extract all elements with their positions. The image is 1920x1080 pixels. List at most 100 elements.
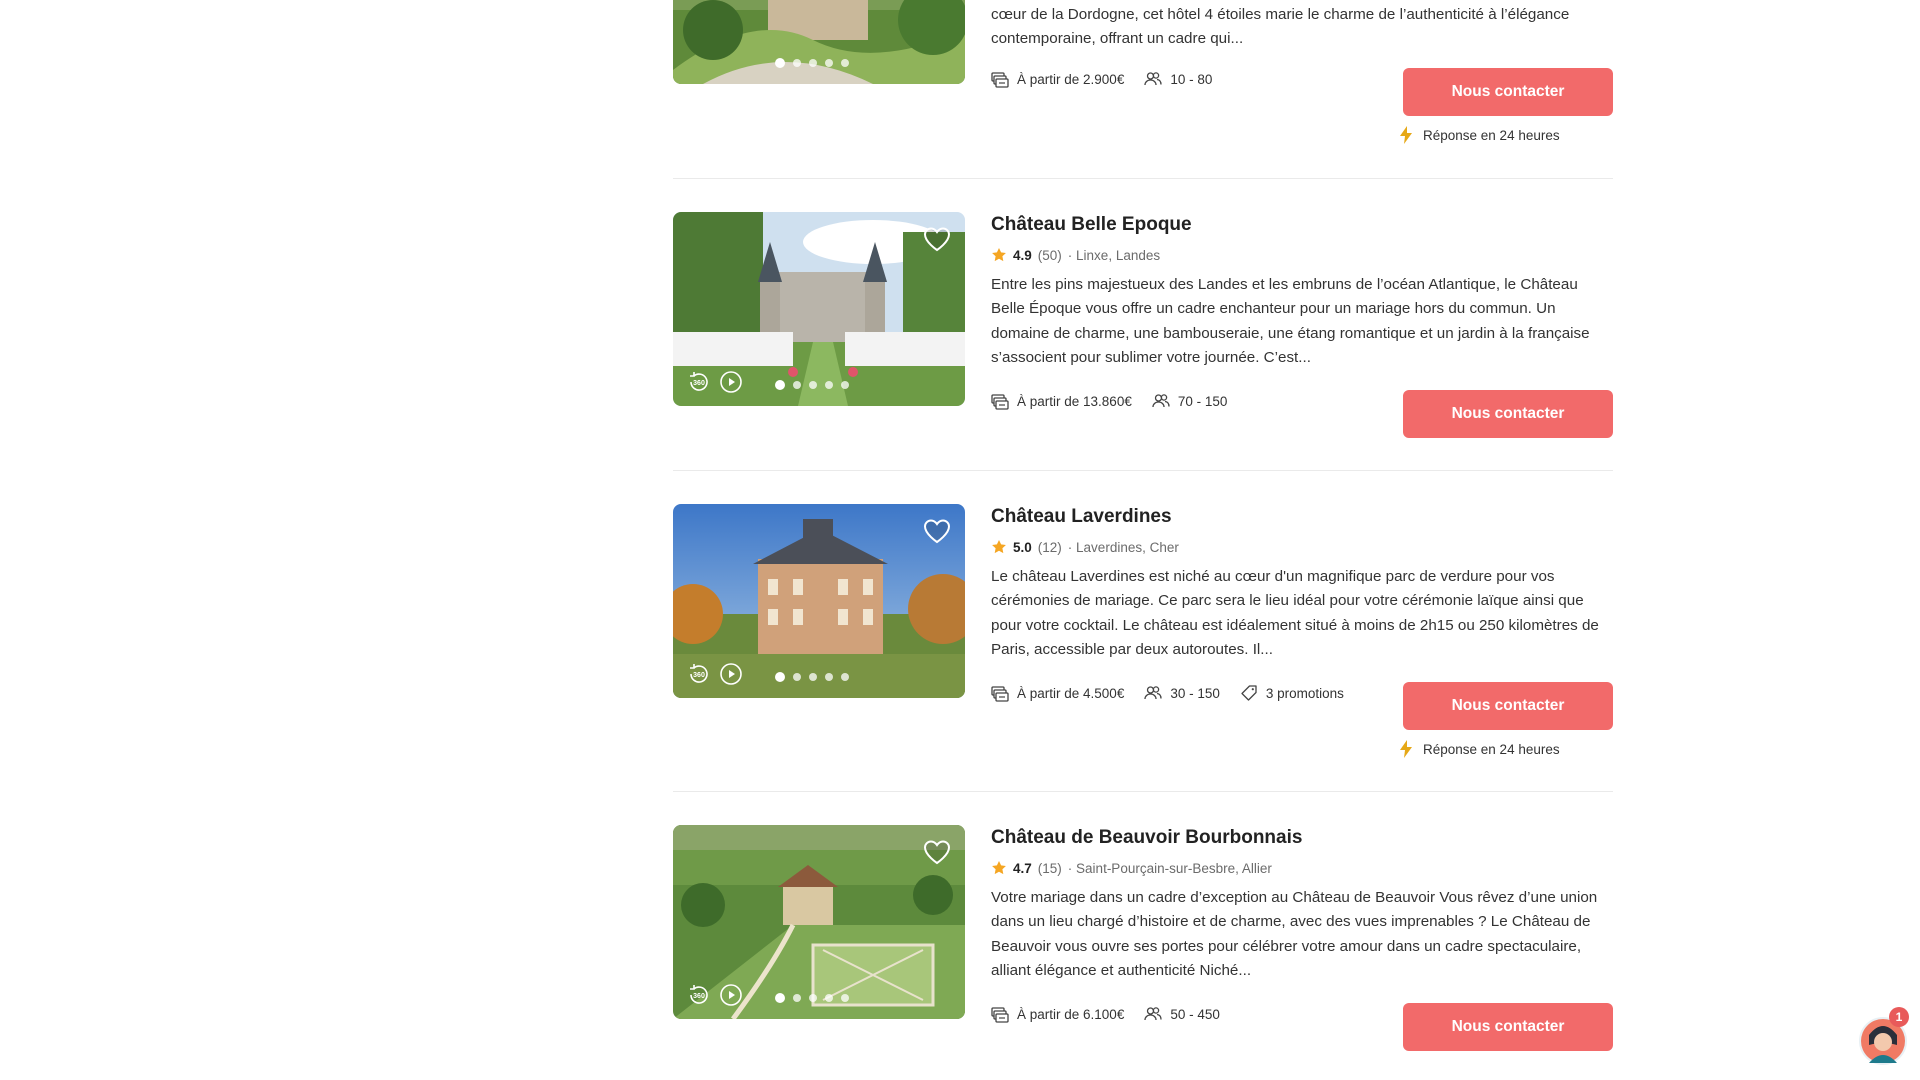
price-fact: À partir de 6.100€ [991,1005,1124,1023]
reply-time: Réponse en 24 heures [1399,740,1589,758]
price-text: À partir de 4.500€ [1017,685,1125,701]
play-icon[interactable] [719,370,743,394]
carousel-dot[interactable] [793,59,801,67]
carousel-dots[interactable] [775,58,849,68]
carousel-dot[interactable] [793,381,801,389]
play-icon[interactable] [719,983,743,1007]
notification-badge: 1 [1889,1007,1909,1027]
venue-description: Votre mariage dans un cadre d’exception … [991,889,1598,979]
venue-photo[interactable] [673,504,965,698]
people-icon [1144,70,1162,88]
divider [673,178,1613,179]
carousel-dot[interactable] [775,672,785,682]
contact-button[interactable]: Nous contacter [1403,390,1613,438]
carousel-dot[interactable] [841,673,849,681]
money-icon [991,1005,1009,1023]
rating-value: 5.0 [1013,539,1032,555]
tag-icon [1240,684,1258,702]
carousel-dot[interactable] [841,59,849,67]
star-icon [991,860,1007,876]
price-fact: À partir de 13.860€ [991,392,1132,410]
carousel-dot[interactable] [775,993,785,1003]
money-icon [991,684,1009,702]
venue-title[interactable]: Château de Beauvoir Bourbonnais [991,825,1615,851]
money-icon [991,70,1009,88]
divider [673,791,1613,792]
promotions-text: 3 promotions [1265,685,1344,701]
people-icon [1152,392,1170,410]
people-icon [1144,1005,1162,1023]
reply-text: Réponse en 24 heures [1423,741,1560,757]
venue-title[interactable]: Château Belle Epoque [991,212,1615,238]
carousel-dot[interactable] [775,380,785,390]
rating-line: 4.7 (15) · Saint-Pourçain-sur-Besbre, Al… [991,858,1615,878]
venue-photo[interactable] [673,212,965,406]
guests-fact: 70 - 150 [1152,392,1228,410]
venue-photo[interactable] [673,825,965,1019]
price-fact: À partir de 2.900€ [991,70,1124,88]
price-text: À partir de 13.860€ [1017,393,1132,409]
carousel-dot[interactable] [809,381,817,389]
venue-description: Entre les pins majestueux des Landes et … [991,276,1590,366]
price-text: À partir de 2.900€ [1017,71,1125,87]
heart-icon[interactable] [923,226,951,252]
carousel-dot[interactable] [841,381,849,389]
carousel-dots[interactable] [775,672,849,682]
carousel-dot[interactable] [809,59,817,67]
carousel-dot[interactable] [809,994,817,1002]
money-icon [991,392,1009,410]
lightning-icon [1399,126,1413,144]
carousel-dot[interactable] [825,381,833,389]
review-count: (15) [1037,860,1062,876]
carousel-dot[interactable] [825,59,833,67]
venue-photo[interactable] [673,0,965,84]
360-icon[interactable] [687,370,711,394]
carousel-dot[interactable] [841,994,849,1002]
venue-description: Le château Laverdines est niché au cœur … [991,568,1599,658]
star-icon [991,539,1007,555]
guests-text: 10 - 80 [1170,71,1213,87]
review-count: (12) [1037,539,1062,555]
star-icon [991,247,1007,263]
carousel-dot[interactable] [793,994,801,1002]
carousel-dot[interactable] [809,673,817,681]
guests-fact: 50 - 450 [1144,1005,1220,1023]
carousel-dots[interactable] [775,380,849,390]
venue-location: · Linxe, Landes [1067,247,1161,263]
guests-text: 50 - 450 [1170,1006,1220,1022]
carousel-dot[interactable] [825,994,833,1002]
carousel-dot[interactable] [793,673,801,681]
guests-fact: 10 - 80 [1144,70,1212,88]
guests-text: 30 - 150 [1170,685,1220,701]
360-icon[interactable] [687,983,711,1007]
price-fact: À partir de 4.500€ [991,684,1124,702]
price-text: À partir de 6.100€ [1017,1006,1125,1022]
divider [673,470,1613,471]
review-count: (50) [1037,247,1062,263]
guests-fact: 30 - 150 [1144,684,1220,702]
venue-location: · Saint-Pourçain-sur-Besbre, Allier [1067,860,1272,876]
rating-line: 5.0 (12) · Laverdines, Cher [991,537,1615,557]
contact-button[interactable]: Nous contacter [1403,1003,1613,1051]
carousel-dots[interactable] [775,993,849,1003]
venue-description: cœur de la Dordogne, cet hôtel 4 étoiles… [991,6,1570,48]
lightning-icon [1399,740,1413,758]
rating-line: 4.9 (50) · Linxe, Landes [991,245,1615,265]
rating-value: 4.7 [1013,860,1032,876]
360-icon[interactable] [687,662,711,686]
promotions-fact: 3 promotions [1240,684,1344,702]
carousel-dot[interactable] [825,673,833,681]
reply-text: Réponse en 24 heures [1423,127,1560,143]
people-icon [1144,684,1162,702]
guests-text: 70 - 150 [1177,393,1228,409]
play-icon[interactable] [719,662,743,686]
contact-button[interactable]: Nous contacter [1403,68,1613,116]
venue-location: · Laverdines, Cher [1067,539,1179,555]
reply-time: Réponse en 24 heures [1399,126,1589,144]
rating-value: 4.9 [1013,247,1032,263]
heart-icon[interactable] [923,518,951,544]
contact-button[interactable]: Nous contacter [1403,682,1613,730]
heart-icon[interactable] [923,839,951,865]
venue-title[interactable]: Château Laverdines [991,504,1615,530]
carousel-dot[interactable] [775,58,785,68]
